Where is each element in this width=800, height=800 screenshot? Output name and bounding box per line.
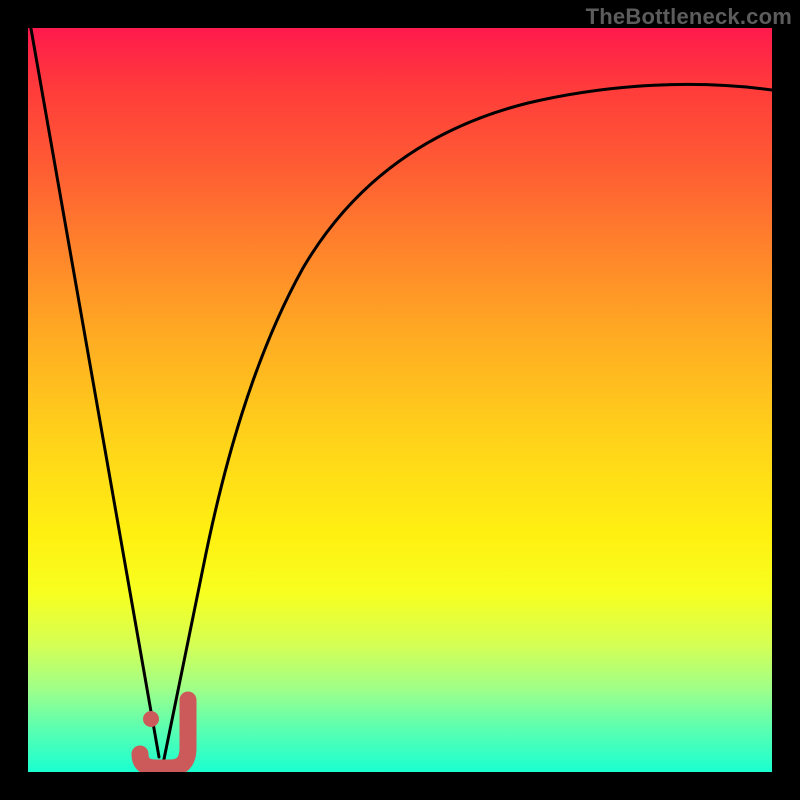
attribution-text: TheBottleneck.com <box>586 4 792 30</box>
chart-svg <box>28 28 772 772</box>
left-line <box>30 28 159 757</box>
plot-area <box>28 28 772 772</box>
outer-frame: TheBottleneck.com <box>0 0 800 800</box>
right-curve <box>163 84 772 764</box>
